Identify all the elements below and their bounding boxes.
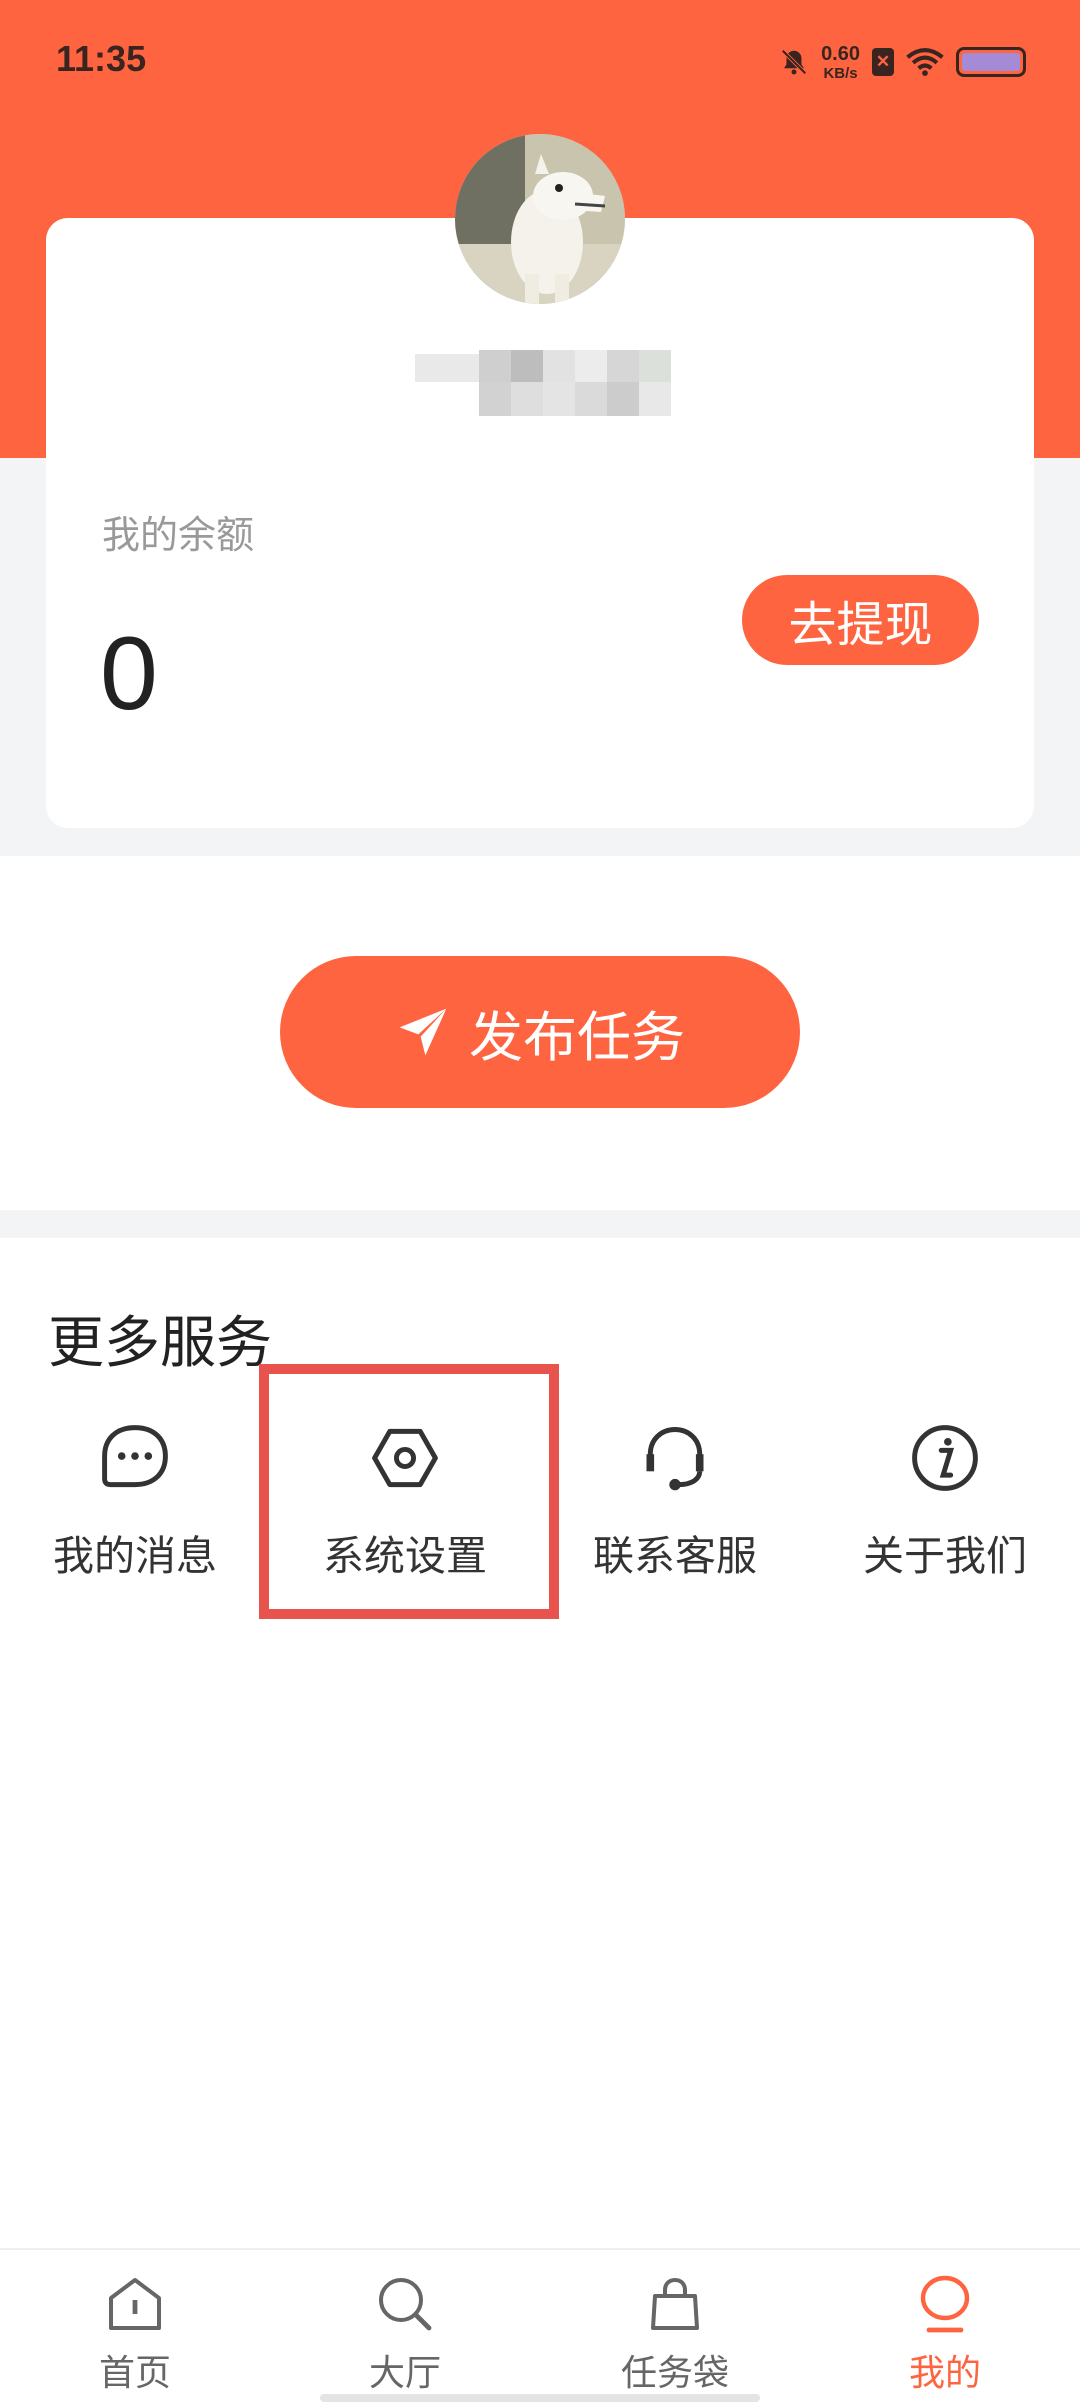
nav-label-home: 首页	[98, 2353, 171, 2394]
service-label-messages: 我的消息	[53, 1532, 217, 1580]
battery-icon	[956, 47, 1026, 77]
service-label-customer-service: 联系客服	[593, 1532, 757, 1580]
status-time: 11:35	[56, 38, 147, 79]
net-speed-unit: KB/s	[823, 64, 858, 82]
username-blurred	[415, 350, 671, 416]
message-icon	[102, 1425, 168, 1488]
nav-item-mine[interactable]: 我的	[810, 2250, 1080, 2408]
section-divider	[0, 1210, 1080, 1238]
settings-highlight-box	[259, 1364, 559, 1619]
nav-label-task-bag: 任务袋	[620, 2353, 729, 2394]
service-label-about: 关于我们	[863, 1532, 1027, 1580]
publish-task-label: 发布任务	[469, 1005, 685, 1069]
bag-icon	[651, 2277, 699, 2330]
nav-item-hall[interactable]: 大厅	[270, 2250, 540, 2408]
net-speed-value: 0.60	[821, 42, 860, 65]
balance-label: 我的余额	[102, 513, 255, 557]
home-indicator	[320, 2394, 760, 2402]
balance-value: 0	[100, 616, 158, 732]
sim-x-icon: ✕	[872, 48, 894, 76]
wifi-icon	[906, 48, 944, 76]
bottom-nav: 首页 大厅 任务袋 我的	[0, 2248, 1080, 2408]
avatar[interactable]	[455, 134, 625, 304]
publish-task-button[interactable]: 发布任务	[280, 956, 800, 1108]
net-speed: 0.60 KB/s	[821, 44, 860, 81]
bell-mute-icon	[781, 49, 807, 75]
headset-icon	[646, 1427, 704, 1491]
home-icon	[109, 2278, 161, 2330]
battery-level	[962, 53, 1020, 71]
nav-label-hall: 大厅	[368, 2353, 441, 2394]
search-icon	[379, 2278, 432, 2331]
avatar-image	[455, 134, 625, 304]
nav-item-task-bag[interactable]: 任务袋	[540, 2250, 810, 2408]
more-services-title: 更多服务	[48, 1311, 272, 1376]
status-bar: 11:35 0.60 KB/s ✕	[0, 0, 1080, 126]
send-icon	[399, 1008, 447, 1056]
profile-icon	[920, 2275, 970, 2333]
nav-item-home[interactable]: 首页	[0, 2250, 270, 2408]
service-item-messages[interactable]: 我的消息	[0, 1420, 270, 1600]
info-icon	[912, 1425, 978, 1491]
nav-label-mine: 我的	[908, 2353, 981, 2394]
service-item-customer-service[interactable]: 联系客服	[540, 1420, 810, 1600]
status-icons: 0.60 KB/s ✕	[779, 42, 1026, 82]
withdraw-button[interactable]: 去提现	[742, 575, 979, 665]
service-item-about[interactable]: 关于我们	[810, 1420, 1080, 1600]
